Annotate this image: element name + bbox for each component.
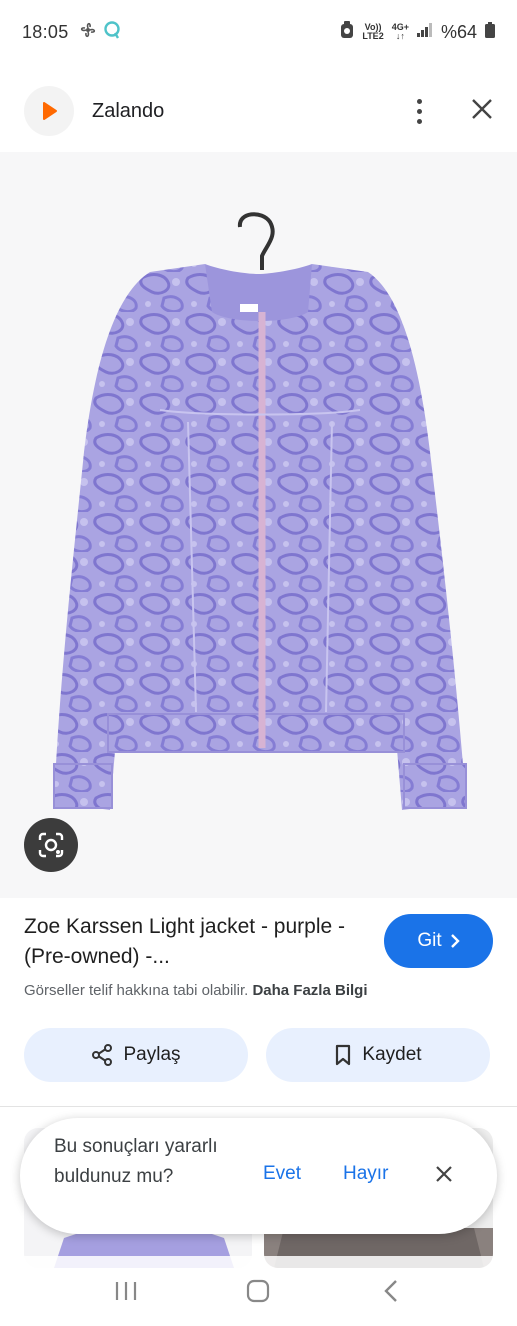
close-icon[interactable] bbox=[471, 98, 493, 125]
go-button-label: Git bbox=[417, 930, 442, 951]
recent-apps-icon[interactable] bbox=[96, 1266, 156, 1316]
signal-icon bbox=[416, 22, 433, 42]
zalando-logo-icon bbox=[43, 102, 57, 120]
product-image[interactable] bbox=[0, 152, 517, 898]
lens-icon bbox=[38, 832, 64, 858]
bookmark-icon bbox=[336, 1044, 351, 1066]
network-indicator: 4G+ ↓↑ bbox=[391, 22, 409, 41]
volte-indicator: Vo)) LTE2 bbox=[362, 22, 384, 41]
more-options-icon[interactable] bbox=[409, 98, 429, 124]
result-title[interactable]: Zoe Karssen Light jacket - purple - (Pre… bbox=[24, 912, 374, 972]
app-notification-icon bbox=[103, 20, 121, 45]
share-label: Paylaş bbox=[123, 1044, 181, 1065]
save-label: Kaydet bbox=[362, 1044, 422, 1065]
back-icon[interactable] bbox=[361, 1266, 421, 1316]
share-button[interactable]: Paylaş bbox=[24, 1028, 248, 1082]
status-bar: 18:05 Vo)) LTE2 4G+ ↓↑ %64 bbox=[0, 0, 517, 64]
chevron-right-icon bbox=[450, 934, 460, 948]
system-nav-bar bbox=[0, 1256, 517, 1326]
more-info-link[interactable]: Daha Fazla Bilgi bbox=[252, 982, 367, 999]
jacket-image bbox=[53, 212, 467, 810]
feedback-prompt: Bu sonuçları yararlı buldunuz mu? Evet H… bbox=[20, 1118, 497, 1234]
alarm-icon bbox=[340, 20, 354, 44]
go-button[interactable]: Git bbox=[384, 914, 493, 968]
fan-icon bbox=[79, 21, 97, 44]
save-button[interactable]: Kaydet bbox=[266, 1028, 490, 1082]
copyright-notice: Görseller telif hakkına tabi olabilir. D… bbox=[24, 982, 368, 999]
lens-search-button[interactable] bbox=[24, 818, 78, 872]
battery-level: %64 bbox=[440, 21, 477, 42]
share-icon bbox=[92, 1044, 113, 1066]
site-header: Zalando bbox=[0, 80, 517, 142]
close-icon[interactable] bbox=[434, 1164, 454, 1189]
status-time: 18:05 bbox=[22, 21, 69, 42]
feedback-yes-button[interactable]: Evet bbox=[263, 1163, 301, 1185]
battery-icon bbox=[485, 21, 495, 43]
site-name[interactable]: Zalando bbox=[92, 100, 164, 123]
feedback-no-button[interactable]: Hayır bbox=[343, 1163, 388, 1185]
divider bbox=[0, 1106, 517, 1107]
feedback-question: Bu sonuçları yararlı buldunuz mu? bbox=[54, 1136, 218, 1187]
home-icon[interactable] bbox=[228, 1266, 288, 1316]
zalando-logo[interactable] bbox=[24, 86, 74, 136]
